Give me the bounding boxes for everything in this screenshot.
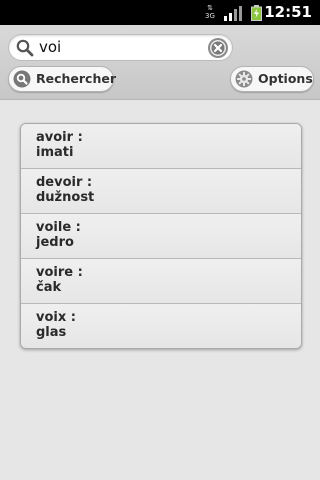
gear-icon — [235, 70, 253, 88]
search-input[interactable] — [39, 37, 204, 58]
result-translation: glas — [36, 325, 67, 340]
search-box[interactable] — [8, 34, 233, 61]
result-word: voix : — [36, 310, 76, 325]
status-bar: ⇅ 3G 12:51 — [0, 0, 320, 25]
results-list: avoir : imati devoir : dužnost voile : j… — [20, 123, 302, 349]
search-icon — [16, 39, 34, 57]
list-item[interactable]: voile : jedro — [21, 214, 301, 259]
network-type-label: 3G — [205, 12, 215, 20]
result-word: voile : — [36, 220, 81, 235]
battery-charging-icon — [251, 5, 262, 21]
options-button[interactable]: Options — [230, 66, 314, 92]
status-time: 12:51 — [264, 3, 312, 21]
list-item[interactable]: voix : glas — [21, 304, 301, 348]
result-word: avoir : — [36, 130, 83, 145]
search-button[interactable]: Rechercher — [8, 66, 117, 92]
signal-icon — [224, 6, 242, 21]
search-icon — [13, 70, 31, 88]
result-translation: dužnost — [36, 190, 95, 205]
list-item[interactable]: avoir : imati — [21, 124, 301, 169]
options-button-label: Options — [258, 71, 313, 86]
network-3g-icon: ⇅ 3G — [205, 4, 215, 20]
result-translation: čak — [36, 280, 62, 295]
search-button-label: Rechercher — [36, 71, 117, 86]
clear-search-icon[interactable] — [207, 37, 229, 59]
result-translation: imati — [36, 145, 74, 160]
result-translation: jedro — [36, 235, 74, 250]
list-item[interactable]: devoir : dužnost — [21, 169, 301, 214]
result-word: voire : — [36, 265, 83, 280]
result-word: devoir : — [36, 175, 93, 190]
list-item[interactable]: voire : čak — [21, 259, 301, 304]
